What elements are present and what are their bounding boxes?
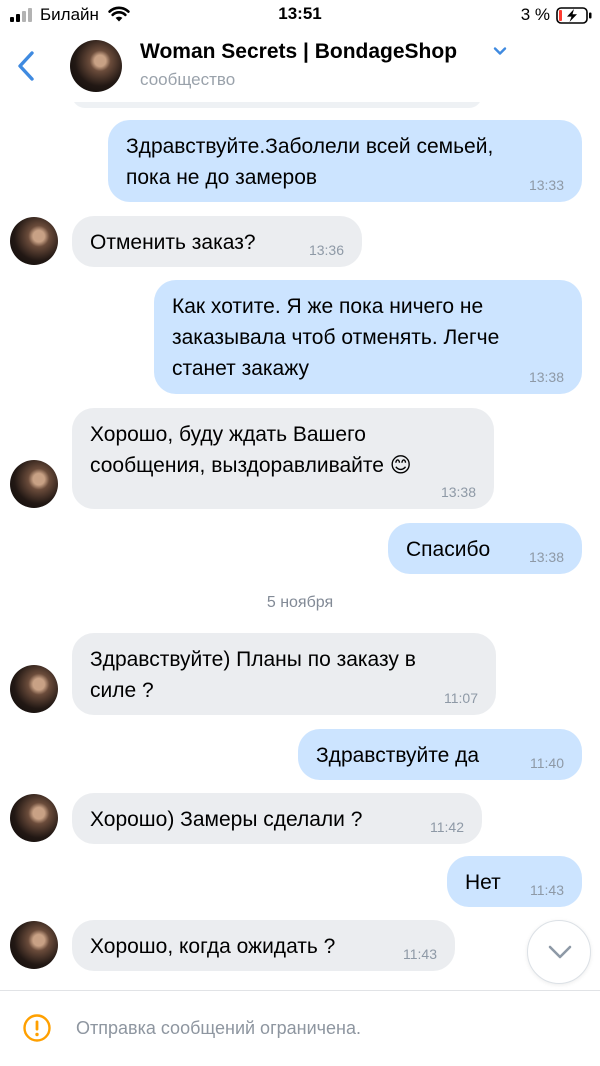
battery-charging-icon: [556, 7, 592, 24]
chat-subtitle: сообщество: [140, 70, 236, 89]
message-time: 11:43: [530, 882, 564, 898]
message-list[interactable]: Здравствуйте.Заболели всей семьей, пока …: [0, 102, 600, 990]
incoming-message[interactable]: Здравствуйте) Планы по заказу в силе ? 1…: [72, 633, 496, 715]
message-text: Здравствуйте да: [316, 744, 480, 767]
status-time: 13:51: [278, 4, 322, 23]
incoming-message[interactable]: Отменить заказ? 13:36: [72, 216, 362, 267]
message-text: Хорошо, когда ожидать ?: [90, 935, 336, 958]
incoming-message[interactable]: Хорошо, когда ожидать ? 11:43: [72, 920, 455, 971]
incoming-message[interactable]: Хорошо, буду ждать Вашего сообщения, выз…: [72, 408, 494, 509]
message-text: Хорошо) Замеры сделали ?: [90, 808, 363, 831]
message-time: 11:40: [530, 755, 564, 771]
chat-header: Woman Secrets | BondageShop сообщество: [0, 30, 600, 102]
chevron-down-icon: [548, 945, 572, 959]
message-text: Отменить заказ?: [90, 231, 256, 254]
message-time: 11:42: [430, 819, 464, 835]
messaging-restricted-notice: Отправка сообщений ограничена.: [76, 1018, 361, 1038]
message-time: 13:38: [528, 369, 564, 385]
message-time: 13:38: [528, 549, 564, 565]
message-text: Здравствуйте.Заболели всей семьей,: [126, 135, 494, 158]
message-text: сообщения, выздоравливайте 😊: [90, 454, 412, 477]
partial-message-bubble: [72, 102, 482, 108]
outgoing-message[interactable]: Как хотите. Я же пока ничего не заказыва…: [154, 280, 582, 394]
community-avatar[interactable]: [70, 40, 122, 92]
message-time: 11:43: [403, 946, 437, 962]
sender-avatar[interactable]: [10, 665, 58, 713]
status-bar: Билайн 13:51 3 %: [0, 0, 600, 30]
message-text: заказывала чтоб отменять. Легче: [172, 326, 500, 349]
outgoing-message[interactable]: Спасибо 13:38: [388, 523, 582, 574]
back-button[interactable]: [10, 44, 44, 88]
message-text: силе ?: [90, 679, 154, 702]
sender-avatar[interactable]: [10, 921, 58, 969]
sender-avatar[interactable]: [10, 217, 58, 265]
sender-avatar[interactable]: [10, 794, 58, 842]
message-text: станет закажу: [172, 357, 310, 380]
message-text: Здравствуйте) Планы по заказу в: [90, 648, 416, 671]
message-time: 13:33: [528, 177, 564, 193]
message-text: Как хотите. Я же пока ничего не: [172, 295, 484, 318]
outgoing-message[interactable]: Здравствуйте да 11:40: [298, 729, 582, 780]
outgoing-message[interactable]: Здравствуйте.Заболели всей семьей, пока …: [108, 120, 582, 202]
battery-percent: 3 %: [520, 5, 550, 24]
message-time: 13:36: [308, 242, 344, 258]
exclamation-circle-icon: [23, 1014, 51, 1042]
outgoing-message[interactable]: Нет 11:43: [447, 856, 582, 907]
chevron-left-icon: [18, 51, 34, 81]
date-separator: 5 ноября: [266, 594, 334, 611]
composer-restricted-bar: Отправка сообщений ограничена.: [0, 990, 600, 1066]
scroll-to-bottom-button[interactable]: [527, 920, 591, 984]
sender-avatar[interactable]: [10, 460, 58, 508]
message-time: 13:38: [440, 484, 476, 500]
chevron-down-icon[interactable]: [493, 46, 507, 56]
message-time: 11:07: [444, 690, 478, 706]
message-text: Хорошо, буду ждать Вашего: [90, 423, 366, 446]
incoming-message[interactable]: Хорошо) Замеры сделали ? 11:42: [72, 793, 482, 844]
message-text: пока не до замеров: [126, 166, 318, 189]
chat-title[interactable]: Woman Secrets | BondageShop: [140, 40, 457, 64]
